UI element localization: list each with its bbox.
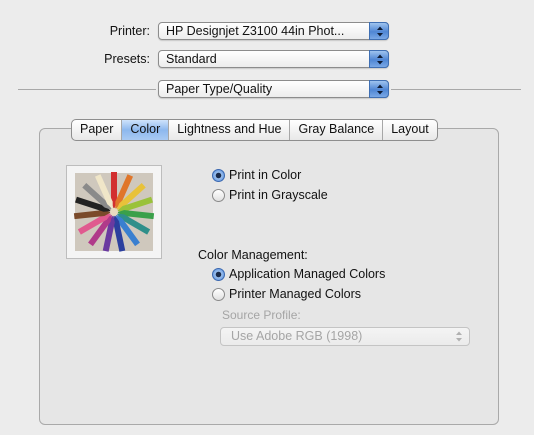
radio-selected-icon [212,169,225,182]
pane-select-value: Paper Type/Quality [166,82,273,96]
preview-image-well [66,165,162,259]
source-profile-label: Source Profile: [222,308,301,322]
radio-unselected-icon [212,288,225,301]
color-management-heading: Color Management: [198,248,308,262]
tab-lightness-and-hue[interactable]: Lightness and Hue [169,120,291,140]
tab-paper[interactable]: Paper [72,120,123,140]
pane-select[interactable]: Paper Type/Quality [158,80,389,98]
tab-bar: Paper Color Lightness and Hue Gray Balan… [71,119,438,141]
updown-arrows-icon [369,80,389,98]
tab-gray-balance[interactable]: Gray Balance [290,120,384,140]
tab-layout[interactable]: Layout [383,120,437,140]
colored-pencils-image [73,172,155,252]
radio-selected-icon [212,268,225,281]
presets-select[interactable]: Standard [158,50,389,68]
presets-label: Presets: [104,52,150,66]
separator-left [18,89,156,90]
updown-arrows-icon [369,50,389,68]
radio-print-in-grayscale-label: Print in Grayscale [229,188,328,202]
radio-application-managed-label: Application Managed Colors [229,267,386,281]
printer-select-value: HP Designjet Z3100 44in Phot... [166,24,345,38]
radio-unselected-icon [212,189,225,202]
radio-printer-managed-label: Printer Managed Colors [229,287,362,301]
separator-right [391,89,521,90]
presets-select-value: Standard [166,52,217,66]
printer-select[interactable]: HP Designjet Z3100 44in Phot... [158,22,389,40]
source-profile-select: Use Adobe RGB (1998) [220,327,470,346]
radio-print-in-color-label: Print in Color [229,168,302,182]
printer-label: Printer: [109,24,150,38]
source-profile-value: Use Adobe RGB (1998) [231,329,363,343]
updown-arrows-icon [455,330,463,346]
updown-arrows-icon [369,22,389,40]
tab-color[interactable]: Color [122,120,170,140]
